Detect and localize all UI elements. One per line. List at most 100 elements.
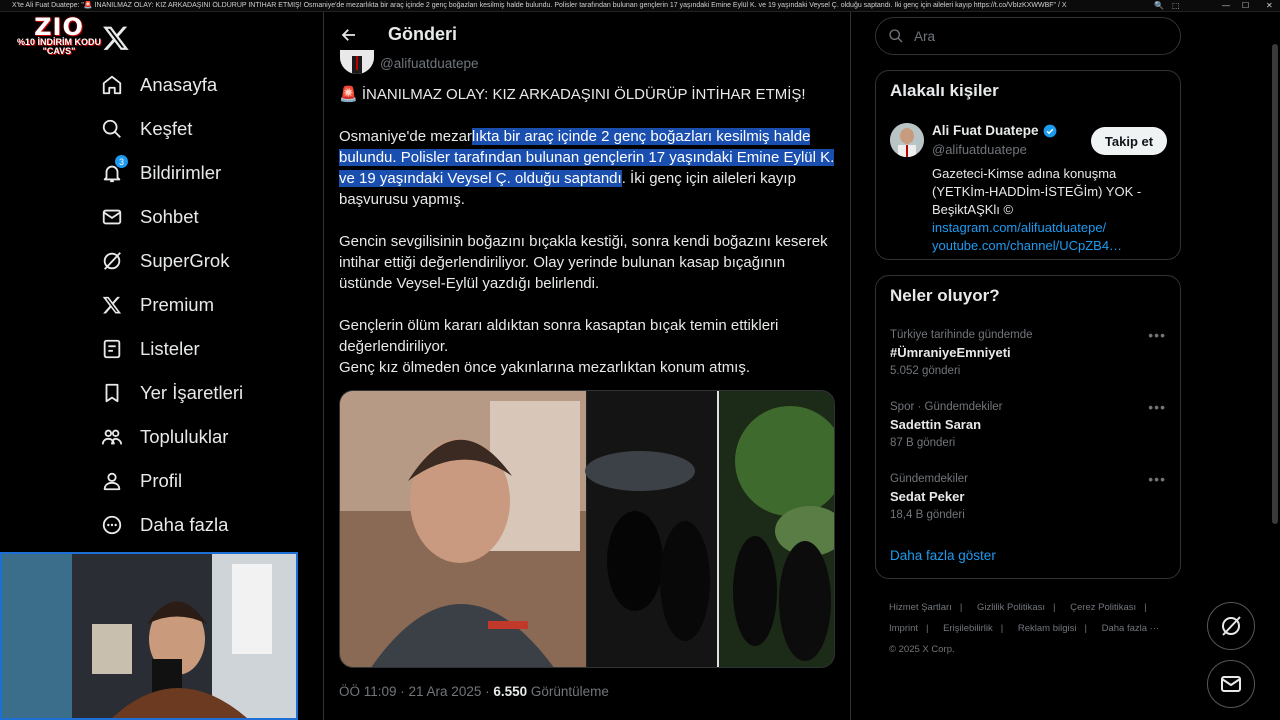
- post-timestamp[interactable]: ÖÖ 11:09 · 21 Ara 2025 ·: [339, 684, 493, 699]
- post-paragraph: Gençlerin ölüm kararı aldıktan sonra kas…: [339, 317, 779, 355]
- nav-label: Daha fazla: [140, 514, 229, 535]
- post-image: [340, 391, 834, 667]
- nav-label: Listeler: [140, 338, 200, 359]
- siren-emoji: 🚨: [339, 86, 358, 103]
- window-title: X'te Ali Fuat Duatepe: "🚨 İNANILMAZ OLAY…: [12, 2, 1067, 9]
- person-name-row[interactable]: Ali Fuat Duatepe: [932, 123, 1057, 138]
- grok-icon: [100, 249, 124, 273]
- trend-name: Sadettin Saran: [890, 417, 982, 432]
- maximize-icon[interactable]: ☐: [1242, 1, 1249, 10]
- person-handle[interactable]: @alifuatduatepe: [932, 142, 1027, 157]
- post-media[interactable]: [339, 390, 835, 668]
- footer-link[interactable]: Erişilebilirlik: [943, 623, 993, 634]
- trend-item[interactable]: Türkiye tarihinde gündemde #ÜmraniyeEmni…: [890, 327, 1166, 377]
- related-title: Alakalı kişiler: [890, 81, 999, 100]
- post-paragraph: Gencin sevgilisinin boğazını bıçakla kes…: [339, 233, 828, 292]
- nav-label: Yer İşaretleri: [140, 382, 244, 403]
- nav-item-premium[interactable]: Premium: [100, 285, 214, 325]
- x-icon: [100, 293, 124, 317]
- post-detail-column: Gönderi @alifuatduatepe 🚨 İNANILMAZ OLAY…: [323, 12, 851, 720]
- bio-text: Gazeteci-Kimse adına konuşma (YETKİm-HAD…: [932, 166, 1142, 217]
- nav-item-explore[interactable]: Keşfet: [100, 109, 192, 149]
- scrollbar[interactable]: [1272, 14, 1278, 720]
- search-icon[interactable]: 🔍: [1154, 1, 1164, 10]
- scrollbar-thumb[interactable]: [1272, 44, 1278, 524]
- bio-link-youtube[interactable]: youtube.com/channel/UCpZB4…: [932, 238, 1122, 253]
- extension-icon[interactable]: ⬚: [1172, 1, 1180, 10]
- verified-badge-icon: [1043, 124, 1056, 137]
- list-icon: [100, 337, 124, 361]
- x-logo-icon[interactable]: [102, 24, 130, 52]
- footer-link[interactable]: Çerez Politikası: [1070, 602, 1136, 613]
- webcam-overlay: [0, 552, 298, 720]
- follow-button[interactable]: Takip et: [1091, 127, 1167, 155]
- footer-link[interactable]: Daha fazla ···: [1102, 623, 1160, 634]
- more-icon: [100, 513, 124, 537]
- footer-link[interactable]: Hizmet Şartları: [889, 602, 952, 613]
- close-icon[interactable]: ✕: [1266, 1, 1273, 10]
- nav-item-communities[interactable]: Topluluklar: [100, 417, 228, 457]
- show-more-link[interactable]: Daha fazla göster: [890, 548, 996, 563]
- view-label: Görüntüleme: [527, 684, 609, 699]
- nav-item-more[interactable]: Daha fazla: [100, 505, 228, 545]
- footer-link[interactable]: Reklam bilgisi: [1018, 623, 1077, 634]
- copyright: © 2025 X Corp.: [889, 644, 955, 655]
- nav-label: Topluluklar: [140, 426, 229, 447]
- view-count: 6.550: [493, 684, 528, 699]
- related-people-card: Alakalı kişiler Ali Fuat Duatepe @alifua…: [875, 70, 1181, 260]
- more-options-icon[interactable]: •••: [1148, 471, 1166, 487]
- mail-icon: [1221, 676, 1241, 692]
- home-icon: [100, 73, 124, 97]
- back-arrow-icon[interactable]: [340, 26, 358, 44]
- communities-icon: [100, 425, 124, 449]
- post-text-part: Osmaniye'de mezar: [339, 128, 472, 145]
- nav-label: Profil: [140, 470, 183, 491]
- bell-icon: 3: [100, 155, 128, 185]
- author-handle[interactable]: @alifuatduatepe: [380, 56, 479, 71]
- nav-label: Sohbet: [140, 206, 199, 227]
- person-bio: Gazeteci-Kimse adına konuşma (YETKİm-HAD…: [932, 165, 1172, 255]
- messages-fab-button[interactable]: [1207, 660, 1255, 708]
- trend-item[interactable]: Spor · Gündemdekiler Sadettin Saran 87 B…: [890, 399, 1166, 449]
- nav-label: Keşfet: [140, 118, 193, 139]
- nav-label: Bildirimler: [140, 162, 222, 183]
- nav-item-chat[interactable]: Sohbet: [100, 197, 199, 237]
- search-input[interactable]: Ara: [875, 17, 1181, 55]
- bookmark-icon: [100, 381, 124, 405]
- stream-overlay-logo: ZIO %10 İNDİRİM KODU "CAVS": [14, 15, 104, 72]
- post-header: Gönderi: [324, 12, 850, 58]
- nav-item-bookmarks[interactable]: Yer İşaretleri: [100, 373, 243, 413]
- trend-item[interactable]: Gündemdekiler Sedat Peker 18,4 B gönderi…: [890, 471, 1166, 521]
- trend-category: Gündemdekiler: [890, 473, 968, 485]
- trend-count: 18,4 B gönderi: [890, 509, 965, 521]
- nav-item-home[interactable]: Anasayfa: [100, 65, 217, 105]
- footer-link[interactable]: Gizlilik Politikası: [977, 602, 1045, 613]
- webcam-image: [2, 554, 296, 718]
- trend-count: 87 B gönderi: [890, 437, 956, 449]
- nav-label: Premium: [140, 294, 215, 315]
- overlay-code: "CAVS": [42, 46, 76, 56]
- grok-icon: [1222, 616, 1241, 636]
- trend-name: #ÜmraniyeEmniyeti: [890, 345, 1011, 360]
- trend-name: Sedat Peker: [890, 489, 965, 504]
- browser-title-bar: X'te Ali Fuat Duatepe: "🚨 İNANILMAZ OLAY…: [0, 0, 1280, 12]
- nav-item-profile[interactable]: Profil: [100, 461, 182, 501]
- author-avatar[interactable]: [340, 50, 374, 74]
- minimize-icon[interactable]: —: [1222, 1, 1230, 10]
- grok-fab-button[interactable]: [1207, 602, 1255, 650]
- bio-link-instagram[interactable]: instagram.com/alifuatduatepe/: [932, 220, 1106, 235]
- more-options-icon[interactable]: •••: [1148, 399, 1166, 415]
- person-name: Ali Fuat Duatepe: [932, 123, 1039, 138]
- page-title: Gönderi: [388, 24, 458, 44]
- more-options-icon[interactable]: •••: [1148, 327, 1166, 343]
- notification-badge: 3: [115, 155, 128, 168]
- nav-item-notifications[interactable]: 3 Bildirimler: [100, 153, 221, 193]
- nav-item-lists[interactable]: Listeler: [100, 329, 200, 369]
- footer-links: Hizmet Şartları | Gizlilik Politikası | Çe…: [889, 602, 1160, 655]
- trends-title: Neler oluyor?: [890, 286, 1000, 305]
- footer-link[interactable]: Imprint: [889, 623, 918, 634]
- post-paragraph: Genç kız ölmeden önce yakınlarına mezarl…: [339, 359, 751, 376]
- post-headline: İNANILMAZ OLAY: KIZ ARKADAŞINI ÖLDÜRÜP İ…: [361, 86, 806, 103]
- avatar[interactable]: [890, 123, 924, 157]
- nav-item-supergrok[interactable]: SuperGrok: [100, 241, 229, 281]
